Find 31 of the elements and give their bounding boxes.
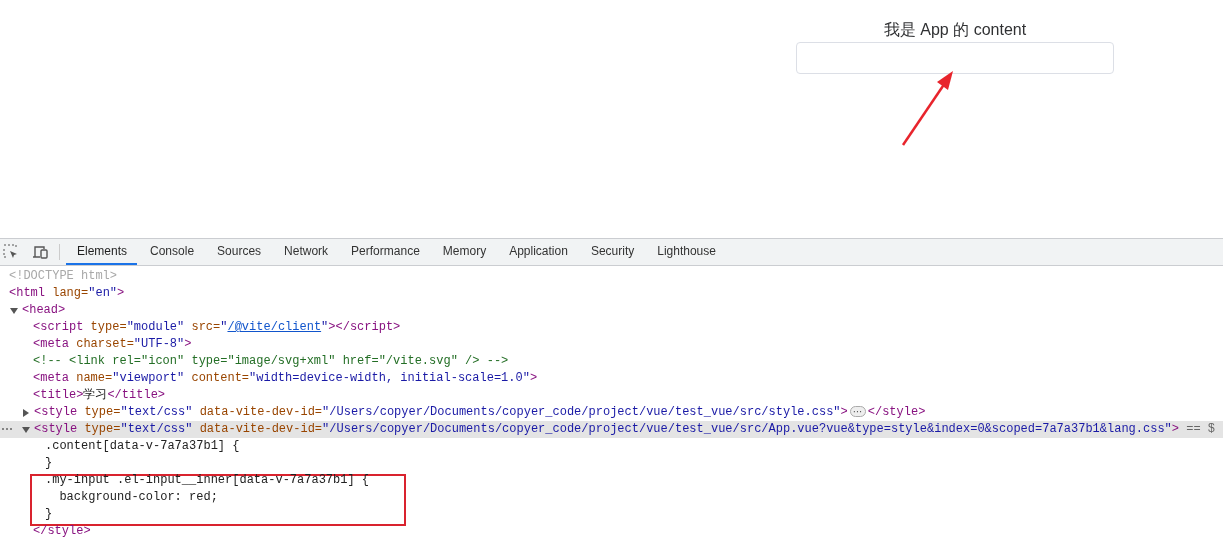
code-line[interactable]: background-color: red; [45,489,218,506]
device-toggle-icon[interactable] [32,244,49,260]
ellipsis-button[interactable]: ⋯ [849,406,866,417]
code-line[interactable]: <meta name="viewport" content="width=device-width, initial-scale=1.0"> [33,370,538,387]
link[interactable]: /@vite/client [227,320,322,334]
input-field[interactable] [796,42,1114,74]
code-line[interactable]: <head> [22,302,66,319]
code-line[interactable]: <html lang="en"> [9,285,125,302]
expanded-arrow-icon[interactable] [22,426,30,433]
panel-tab[interactable]: Application [498,239,578,265]
panel-tab[interactable]: Security [579,239,645,265]
code-line[interactable]: </style> [33,523,91,540]
panel-tab[interactable]: Console [139,239,205,265]
code-line[interactable]: <title>学习</title> [33,387,166,404]
code-line[interactable]: <script type="module" src="/@vite/client"></script> [33,319,401,336]
panel-tab[interactable]: Performance [340,239,430,265]
panel-tab[interactable]: Lighthouse [646,239,726,265]
expanded-arrow-icon[interactable] [10,307,18,314]
code-line[interactable]: .content[data-v-7a7a37b1] { [45,438,240,455]
panel-tab[interactable]: Sources [206,239,272,265]
inspect-icon[interactable] [3,244,19,260]
code-line[interactable]: <meta charset="UTF-8"> [33,336,192,353]
panel-tab[interactable]: Elements [66,239,138,265]
content-heading: 我是 App 的 content [883,20,1027,40]
code-line[interactable]: <style type="text/css" data-vite-dev-id="/Users/copyer/Documents/copyer_code/project/vue/test_vue/src/style.css"> ⋯ </style> [34,404,926,421]
panel-tab[interactable]: Network [273,239,339,265]
code-line[interactable]: <!-- <link rel="icon" type="image/svg+xml" href="/vite.svg" /> --> [33,353,509,370]
panel-tab[interactable]: Memory [431,239,497,265]
code-line[interactable]: .my-input .el-input__inner[data-v-7a7a37b1] { [45,472,370,489]
code-line[interactable]: } [45,455,53,472]
code-line[interactable]: } [45,506,53,523]
